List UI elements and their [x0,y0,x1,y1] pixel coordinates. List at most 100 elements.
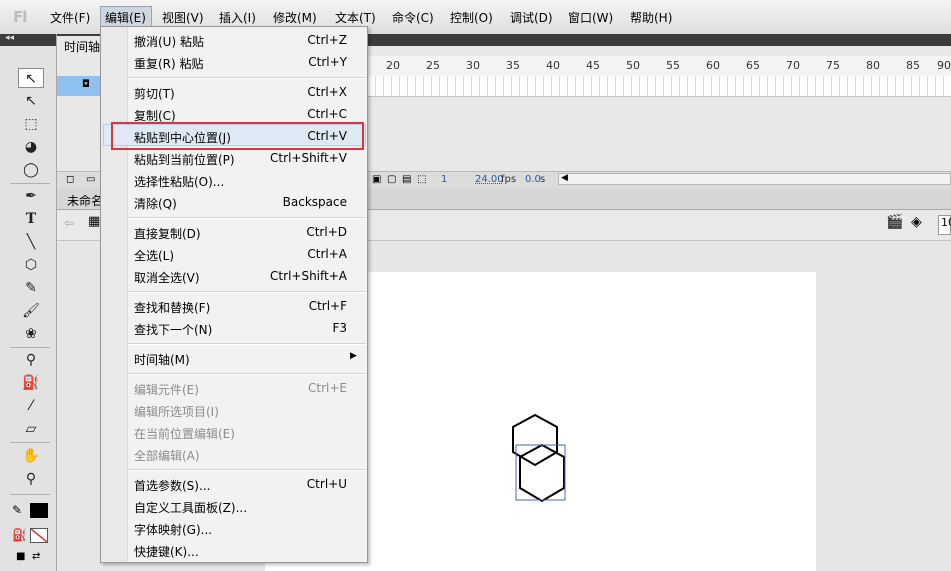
onion-markers-icon[interactable]: ⬚ [417,174,426,185]
menu-item-paste-in-place[interactable]: 粘贴到当前位置(P) [134,151,235,168]
free-transform-tool-icon[interactable]: ⬚ [18,114,44,134]
shortcut: Ctrl+X [307,85,347,99]
scene-icon: ▦ [88,214,101,229]
elapsed-time-unit: s [540,174,546,185]
menu-item-find-next[interactable]: 查找下一个(N) [134,321,212,338]
shortcut: Ctrl+Y [308,55,347,69]
edit-scene-icon[interactable]: 🎬 [886,214,903,230]
shortcut: Ctrl+A [307,247,347,261]
timeline-layer-row[interactable] [57,76,102,96]
menu-debug[interactable]: 调试(D) [510,9,553,26]
menu-separator [128,77,366,79]
ruler-tick-label: 85 [906,59,920,72]
menu-item-edit-selected: 编辑所选项目(I) [134,405,219,419]
subselection-tool-icon[interactable]: ↖ [18,91,44,111]
menu-text[interactable]: 文本(T) [335,9,376,26]
selection-tool-icon[interactable]: ↖ [18,68,44,88]
black-white-icon[interactable]: ■ [16,551,25,562]
pen-tool-icon[interactable]: ✒ [18,186,44,206]
timeline-scrollbar[interactable] [558,173,951,185]
swap-colors-icon[interactable]: ⇄ [32,551,40,562]
ruler-tick-label: 55 [666,59,680,72]
collapse-icon[interactable]: ◂◂ [5,33,14,43]
edit-symbol-icon[interactable]: ◈ [911,214,922,230]
zoom-input[interactable]: 10 [938,215,951,235]
menu-item-find-replace[interactable]: 查找和替换(F) [134,299,210,316]
menu-item-duplicate[interactable]: 直接复制(D) [134,225,201,242]
timeline-frames[interactable] [368,76,951,97]
shortcut: Ctrl+C [307,107,347,121]
polygon-tool-icon[interactable]: ⬡ [18,255,44,275]
shortcut: Ctrl+Shift+A [270,269,347,283]
ruler-tick-label: 80 [866,59,880,72]
menu-modify[interactable]: 修改(M) [273,9,317,26]
edit-multiple-frames-icon[interactable]: ▤ [402,174,411,185]
shortcut: Ctrl+D [306,225,347,239]
text-tool-icon[interactable]: T [18,209,44,229]
ruler-tick-label: 45 [586,59,600,72]
menu-item-select-all[interactable]: 全选(L) [134,247,174,264]
shortcut: Ctrl+U [306,477,347,491]
menu-item-preferences[interactable]: 首选参数(S)... [134,477,210,494]
ruler-tick-label: 70 [786,59,800,72]
menu-file[interactable]: 文件(F) [50,9,90,26]
menu-commands[interactable]: 命令(C) [392,9,434,26]
menu-control[interactable]: 控制(O) [450,9,493,26]
menu-edit[interactable]: 编辑(E) [105,9,146,26]
menu-item-cut[interactable]: 剪切(T) [134,85,175,102]
3d-rotation-tool-icon[interactable]: ◕ [18,137,44,157]
bone-tool-icon[interactable]: ⚲ [18,350,44,370]
hand-tool-icon[interactable]: ✋ [18,446,44,466]
onion-outline-icon[interactable]: ▢ [387,174,396,185]
ruler-tick-label: 65 [746,59,760,72]
document-tab[interactable]: 未命名 [60,190,105,209]
brush-tool-icon[interactable]: 🖌 [18,301,44,321]
scroll-left-icon[interactable]: ◀ [561,173,568,183]
new-folder-icon[interactable]: ▭ [86,174,95,185]
menu-item-shortcuts[interactable]: 快捷键(K)... [134,543,199,560]
menu-view[interactable]: 视图(V) [162,9,204,26]
menu-item-edit-symbols: 编辑元件(E) [134,383,199,397]
menu-help[interactable]: 帮助(H) [630,9,672,26]
menu-item-clear[interactable]: 清除(Q) [134,195,177,212]
menu-item-edit-in-place: 在当前位置编辑(E) [134,427,235,441]
shortcut: Ctrl+E [308,381,347,395]
shortcut: Ctrl+F [308,299,347,313]
menu-item-customize-tools[interactable]: 自定义工具面板(Z)... [134,499,247,516]
submenu-arrow-icon: ▶ [350,351,357,361]
ruler-tick-label: 30 [466,59,480,72]
eraser-tool-icon[interactable]: ▱ [18,419,44,439]
line-tool-icon[interactable]: ╲ [18,232,44,252]
menu-window[interactable]: 窗口(W) [568,9,613,26]
timeline-tab[interactable]: 时间轴 [57,36,105,54]
menu-insert[interactable]: 插入(I) [219,9,256,26]
back-arrow-icon[interactable]: ⇦ [64,216,74,230]
menu-separator [128,373,366,375]
deco-tool-icon[interactable]: ❀ [18,324,44,344]
menu-item-redo[interactable]: 重复(R) 粘贴 [134,55,204,72]
menu-item-font-mapping[interactable]: 字体映射(G)... [134,521,212,538]
stroke-color-icon: ✎ [12,503,23,517]
frame-rate[interactable]: 24.00 [475,174,504,185]
paint-bucket-tool-icon[interactable]: ⛽ [18,373,44,393]
new-layer-icon[interactable]: ◻ [66,174,74,185]
ruler-tick-label: 20 [386,59,400,72]
onion-skin-icon[interactable]: ▣ [372,174,381,185]
menu-item-undo[interactable]: 撤消(U) 粘贴 [134,33,204,50]
shortcut: Ctrl+Z [307,33,347,47]
pencil-tool-icon[interactable]: ✎ [18,278,44,298]
menu-item-paste-special[interactable]: 选择性粘贴(O)... [134,173,224,190]
layer-icon: ◘ [82,79,90,90]
ruler-tick-label: 35 [506,59,520,72]
annotation-highlight-box [111,122,364,150]
current-frame: 1 [441,174,448,185]
timeline-ruler [368,56,951,77]
eyedropper-tool-icon[interactable]: ⁄ [18,396,44,416]
lasso-tool-icon[interactable]: ◯ [18,160,44,180]
fill-color-swatch[interactable] [30,528,48,543]
zoom-tool-icon[interactable]: ⚲ [18,469,44,489]
stroke-color-swatch[interactable] [30,503,48,518]
stage-hexagons[interactable] [505,410,575,505]
menu-item-timeline[interactable]: 时间轴(M) [134,351,190,368]
menu-item-deselect-all[interactable]: 取消全选(V) [134,269,200,286]
